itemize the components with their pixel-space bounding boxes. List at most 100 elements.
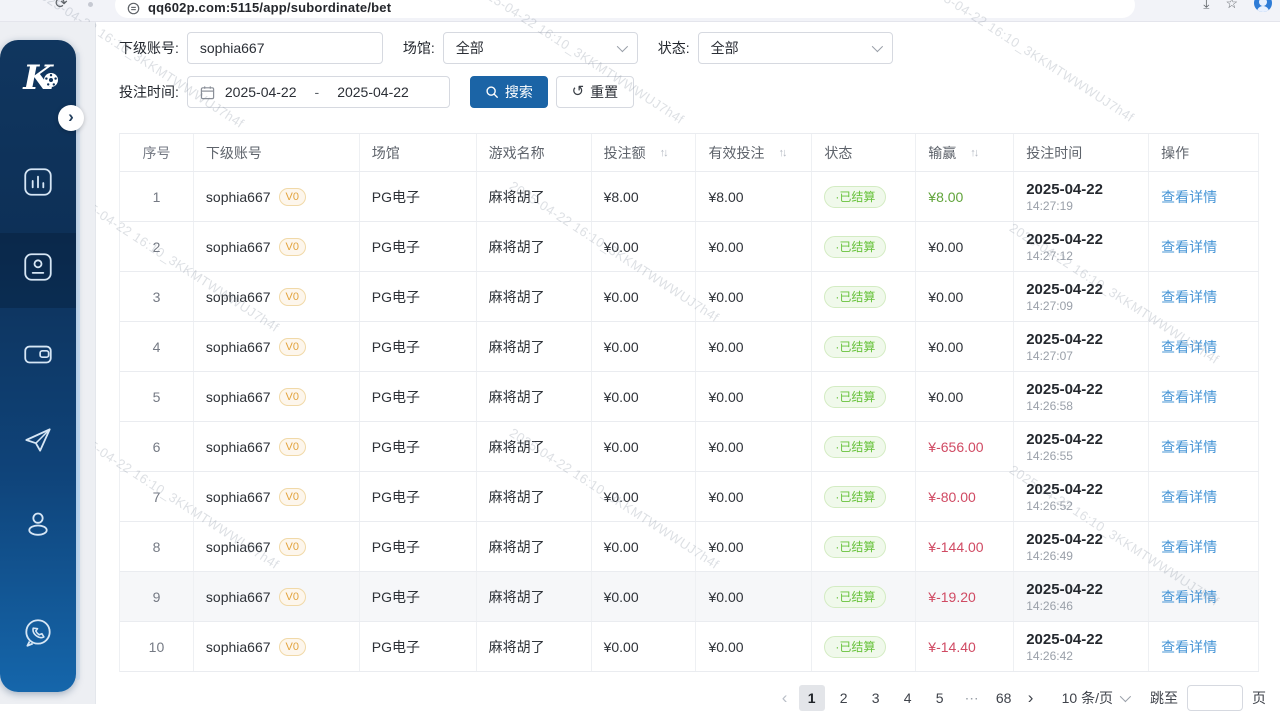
view-detail-link[interactable]: 查看详情 <box>1161 237 1217 257</box>
cell-status: ·已结算 <box>812 572 916 621</box>
cell-venue: PG电子 <box>360 472 477 521</box>
cell-bet-amount: ¥0.00 <box>592 322 697 371</box>
cell-bet-amount: ¥0.00 <box>592 422 697 471</box>
jump-input[interactable] <box>1187 685 1243 711</box>
cell-venue: PG电子 <box>360 422 477 471</box>
view-detail-link[interactable]: 查看详情 <box>1161 637 1217 657</box>
venue-select[interactable]: 全部 <box>443 32 638 64</box>
page-number[interactable]: 4 <box>895 685 921 711</box>
app-logo[interactable]: K <box>0 58 76 98</box>
cell-game: 麻将胡了 <box>477 422 592 471</box>
view-detail-link[interactable]: 查看详情 <box>1161 187 1217 207</box>
cell-venue: PG电子 <box>360 272 477 321</box>
cell-status: ·已结算 <box>812 622 916 671</box>
status-badge: ·已结算 <box>824 486 886 508</box>
cell-action: 查看详情 <box>1149 572 1259 621</box>
cell-action: 查看详情 <box>1149 422 1259 471</box>
page-size-select[interactable]: 10 条/页 <box>1062 688 1128 708</box>
cell-bet-time: 2025-04-22 14:26:42 <box>1014 622 1149 671</box>
table-row: 5 sophia667 V0 PG电子 麻将胡了 ¥0.00 ¥0.00 ·已结… <box>120 372 1259 422</box>
pagination: ‹ 12345⋯68 › 10 条/页 跳至 页 <box>96 685 1266 711</box>
cell-bet-time: 2025-04-22 14:26:52 <box>1014 472 1149 521</box>
account-input[interactable] <box>187 32 383 64</box>
bet-date: 2025-04-22 <box>1026 380 1103 399</box>
sort-icon[interactable]: ↑↓ <box>970 147 977 159</box>
cell-win-loss: ¥0.00 <box>916 222 1014 271</box>
cell-account: sophia667 V0 <box>194 422 360 471</box>
browser-profile-avatar[interactable] <box>1254 0 1272 12</box>
cell-valid-bet: ¥0.00 <box>696 522 812 571</box>
venue-selected-value: 全部 <box>456 38 617 58</box>
column-header[interactable]: 投注额↑↓ <box>592 134 697 171</box>
status-badge: ·已结算 <box>824 336 886 358</box>
status-select[interactable]: 全部 <box>698 32 893 64</box>
download-icon[interactable]: ⤓ <box>1203 0 1209 12</box>
page-number[interactable]: 68 <box>991 685 1017 711</box>
status-label: 状态: <box>658 38 690 58</box>
cell-index: 4 <box>120 322 194 371</box>
view-detail-link[interactable]: 查看详情 <box>1161 387 1217 407</box>
win-loss-value: ¥8.00 <box>928 189 963 205</box>
view-detail-link[interactable]: 查看详情 <box>1161 487 1217 507</box>
cell-bet-amount: ¥0.00 <box>592 572 697 621</box>
cell-venue: PG电子 <box>360 622 477 671</box>
page-number[interactable]: 3 <box>863 685 889 711</box>
table-row: 7 sophia667 V0 PG电子 麻将胡了 ¥0.00 ¥0.00 ·已结… <box>120 472 1259 522</box>
vip-level-badge: V0 <box>279 438 306 456</box>
column-header: 操作 <box>1149 134 1259 171</box>
status-badge: ·已结算 <box>824 286 886 308</box>
sidebar-item-support[interactable] <box>21 616 55 650</box>
chevron-right-icon: › <box>68 107 74 127</box>
cell-venue: PG电子 <box>360 372 477 421</box>
account-name: sophia667 <box>206 539 271 555</box>
table-row: 6 sophia667 V0 PG电子 麻将胡了 ¥0.00 ¥0.00 ·已结… <box>120 422 1259 472</box>
sidebar-item-profile[interactable] <box>21 507 55 541</box>
prev-page-icon[interactable]: ‹ <box>774 685 796 711</box>
win-loss-value: ¥-19.20 <box>928 589 975 605</box>
page-number[interactable]: 5 <box>927 685 953 711</box>
column-header[interactable]: 有效投注↑↓ <box>696 134 812 171</box>
sort-icon[interactable]: ↑↓ <box>660 147 667 159</box>
page-ellipsis[interactable]: ⋯ <box>959 685 985 711</box>
address-bar[interactable]: qq602p.com:5115/app/subordinate/bet <box>115 0 1135 18</box>
view-detail-link[interactable]: 查看详情 <box>1161 587 1217 607</box>
bookmark-star-icon[interactable]: ☆ <box>1225 0 1238 12</box>
cell-valid-bet: ¥0.00 <box>696 222 812 271</box>
view-detail-link[interactable]: 查看详情 <box>1161 537 1217 557</box>
cell-account: sophia667 V0 <box>194 272 360 321</box>
cell-valid-bet: ¥0.00 <box>696 572 812 621</box>
sidebar-item-wallet[interactable] <box>21 337 55 371</box>
next-page-icon[interactable]: › <box>1020 685 1042 711</box>
cell-bet-time: 2025-04-22 14:27:07 <box>1014 322 1149 371</box>
sidebar-expand-button[interactable]: › <box>58 105 84 131</box>
cell-status: ·已结算 <box>812 522 916 571</box>
main-content: 下级账号: 场馆: 全部 状态: 全部 投注时间: 2025-04-22 - 2… <box>95 22 1280 704</box>
reload-icon[interactable]: ⟳ <box>55 0 68 12</box>
bet-date: 2025-04-22 <box>1026 180 1103 199</box>
column-header[interactable]: 输赢↑↓ <box>916 134 1014 171</box>
cell-bet-time: 2025-04-22 14:26:58 <box>1014 372 1149 421</box>
date-range-picker[interactable]: 2025-04-22 - 2025-04-22 <box>187 76 450 108</box>
cell-index: 1 <box>120 172 194 221</box>
reset-button[interactable]: ↺ 重置 <box>556 76 634 108</box>
view-detail-link[interactable]: 查看详情 <box>1161 437 1217 457</box>
person-icon <box>21 507 55 541</box>
site-info-icon[interactable] <box>127 2 140 15</box>
search-button[interactable]: 搜索 <box>470 76 548 108</box>
cell-bet-amount: ¥0.00 <box>592 472 697 521</box>
bet-time: 14:27:09 <box>1026 299 1073 314</box>
page-number[interactable]: 1 <box>799 685 825 711</box>
cell-valid-bet: ¥8.00 <box>696 172 812 221</box>
status-badge: ·已结算 <box>824 636 886 658</box>
view-detail-link[interactable]: 查看详情 <box>1161 287 1217 307</box>
sidebar-item-members[interactable] <box>21 250 55 284</box>
page-number[interactable]: 2 <box>831 685 857 711</box>
cell-game: 麻将胡了 <box>477 472 592 521</box>
cell-game: 麻将胡了 <box>477 622 592 671</box>
sidebar-item-promotion[interactable] <box>21 423 55 457</box>
account-name: sophia667 <box>206 289 271 305</box>
view-detail-link[interactable]: 查看详情 <box>1161 337 1217 357</box>
sort-icon[interactable]: ↑↓ <box>778 147 785 159</box>
cell-action: 查看详情 <box>1149 172 1259 221</box>
sidebar-item-reports[interactable] <box>21 165 55 199</box>
